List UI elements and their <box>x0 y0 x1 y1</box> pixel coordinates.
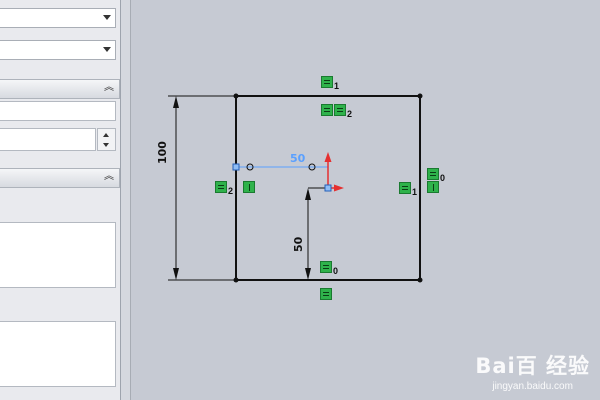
arrowhead <box>305 268 311 280</box>
arrowhead <box>173 96 179 108</box>
spin-down-icon[interactable] <box>103 143 109 147</box>
vertical-relation-icon[interactable] <box>243 181 255 193</box>
horizontal-relation-icon[interactable] <box>334 104 346 116</box>
relation-index: 0 <box>440 173 446 183</box>
chevron-double-up-icon[interactable]: ︽ <box>103 172 115 184</box>
list-box-2[interactable] <box>0 321 116 387</box>
dimension-vertical-text[interactable]: 50 <box>292 237 305 252</box>
chevron-double-up-icon[interactable]: ︽ <box>103 83 115 95</box>
relation-index: 2 <box>228 186 234 196</box>
spin-up-icon[interactable] <box>103 133 109 137</box>
horizontal-relation-icon[interactable] <box>321 104 333 116</box>
horizontal-relation-icon[interactable] <box>399 182 411 194</box>
spin-input[interactable] <box>0 128 96 151</box>
sketch-point[interactable] <box>417 93 423 99</box>
arrowhead <box>305 188 311 200</box>
origin-y-arrow <box>324 152 332 162</box>
horizontal-relation-icon[interactable] <box>320 261 332 273</box>
section-header-2[interactable]: ︽ <box>0 168 120 188</box>
spin-buttons[interactable] <box>97 128 116 151</box>
dimension-height-text[interactable]: 100 <box>156 141 169 164</box>
chevron-down-icon[interactable] <box>103 15 111 20</box>
panel-splitter[interactable] <box>121 0 131 400</box>
property-manager-panel: ︽ ︽ <box>0 0 121 400</box>
origin-x-arrow <box>334 184 344 192</box>
relation-index: 0 <box>333 266 339 276</box>
horizontal-relation-icon[interactable] <box>320 288 332 300</box>
watermark-url: jingyan.baidu.com <box>492 381 573 392</box>
text-field[interactable] <box>0 101 116 121</box>
chevron-down-icon[interactable] <box>103 47 111 52</box>
vertical-relation-icon[interactable] <box>427 181 439 193</box>
endpoint-handle[interactable] <box>232 163 240 171</box>
relation-index: 2 <box>347 109 353 119</box>
horizontal-relation-icon[interactable] <box>427 168 439 180</box>
combo-box-1[interactable] <box>0 8 116 28</box>
origin-point[interactable] <box>324 184 332 192</box>
dimension-horizontal-text[interactable]: 50 <box>290 152 305 165</box>
arrowhead <box>173 268 179 280</box>
combo-box-2[interactable] <box>0 40 116 60</box>
graphics-area[interactable]: 100 50 50 1 2 2 0 1 0 <box>132 0 600 400</box>
section-header-1[interactable]: ︽ <box>0 79 120 99</box>
watermark-logo: Bai百 经验 <box>475 354 590 378</box>
horizontal-relation-icon[interactable] <box>215 181 227 193</box>
sketch-point[interactable] <box>417 277 423 283</box>
relation-index: 1 <box>412 187 418 197</box>
horizontal-relation-icon[interactable] <box>321 76 333 88</box>
list-box-1[interactable] <box>0 222 116 288</box>
relation-index: 1 <box>334 81 340 91</box>
sketch-svg <box>168 93 423 283</box>
watermark: Bai百 经验 jingyan.baidu.com <box>475 350 590 392</box>
